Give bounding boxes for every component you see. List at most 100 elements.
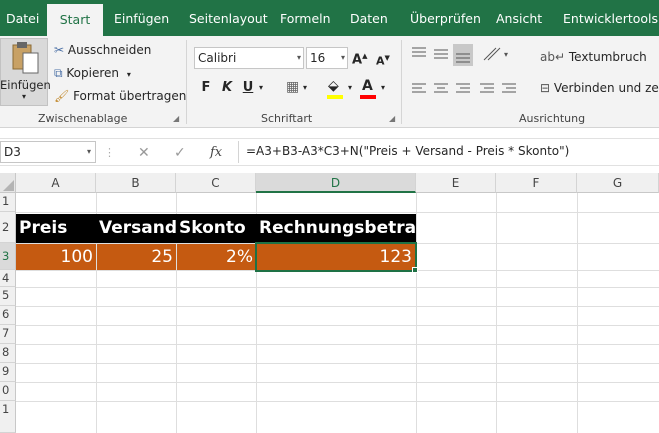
clipboard-launcher-icon[interactable]: ◢ bbox=[173, 114, 179, 123]
orientation-dropdown-icon[interactable]: ▾ bbox=[504, 50, 508, 59]
select-all-button[interactable] bbox=[0, 173, 16, 193]
align-bottom-button[interactable] bbox=[453, 44, 473, 66]
orientation-icon[interactable] bbox=[483, 47, 501, 61]
formula-divider bbox=[238, 141, 239, 163]
tab-ueberpruefen[interactable]: Überprüfen bbox=[410, 0, 481, 36]
fill-color-swatch bbox=[327, 95, 343, 99]
paste-dropdown-icon[interactable]: ▾ bbox=[0, 92, 48, 101]
merge-center-button[interactable]: ⊟ Verbinden und zent bbox=[540, 80, 659, 96]
cell-a2[interactable]: Preis bbox=[16, 214, 96, 243]
italic-button[interactable]: K bbox=[218, 80, 236, 96]
column-header-d[interactable]: D bbox=[256, 173, 416, 193]
font-group-label: Schriftart bbox=[261, 112, 313, 125]
cancel-icon[interactable]: ✕ bbox=[138, 145, 150, 161]
cell-b2[interactable]: Versand bbox=[96, 214, 177, 243]
font-size-select[interactable]: 16 ▾ bbox=[306, 47, 348, 69]
copy-icon: ⧉ bbox=[54, 66, 63, 80]
insert-function-icon[interactable]: fx bbox=[210, 145, 222, 161]
shrink-font-button[interactable]: A▼ bbox=[376, 50, 390, 70]
wrap-text-button[interactable]: ab↵ Textumbruch bbox=[540, 49, 647, 65]
alignment-buttons: ▾ bbox=[412, 44, 516, 93]
column-header-b[interactable]: B bbox=[96, 173, 176, 193]
font-name-select[interactable]: Calibri ▾ bbox=[194, 47, 304, 69]
fill-color-button[interactable]: ⬙ bbox=[328, 78, 339, 94]
wrap-text-label: Textumbruch bbox=[568, 50, 647, 64]
tab-datei[interactable]: Datei bbox=[6, 0, 39, 36]
tab-ansicht[interactable]: Ansicht bbox=[496, 0, 542, 36]
column-header-c[interactable]: C bbox=[176, 173, 256, 193]
tab-start[interactable]: Start bbox=[47, 4, 103, 36]
row-header-3[interactable]: 3 bbox=[0, 243, 16, 270]
row-header-7[interactable]: 7 bbox=[0, 325, 16, 344]
format-painter-button[interactable]: 🖌 Format übertragen bbox=[54, 88, 186, 104]
copy-button[interactable]: ⧉ Kopieren ▾ bbox=[54, 65, 131, 83]
chevron-down-icon: ▾ bbox=[296, 53, 301, 62]
row-header-1[interactable]: 1 bbox=[0, 193, 16, 212]
tab-formeln[interactable]: Formeln bbox=[280, 0, 331, 36]
increase-indent-icon[interactable] bbox=[502, 83, 516, 93]
tab-einfuegen[interactable]: Einfügen bbox=[114, 0, 169, 36]
formula-bar-resize-icon[interactable]: ⋮ bbox=[104, 145, 115, 161]
chevron-down-icon: ▾ bbox=[340, 53, 345, 62]
gridline bbox=[16, 306, 659, 307]
bold-button[interactable]: F bbox=[197, 80, 215, 96]
worksheet-grid[interactable]: A B C D E F G 1 2 3 4 5 6 7 8 9 0 1 Prei bbox=[0, 173, 659, 433]
row-header-10[interactable]: 0 bbox=[0, 382, 16, 401]
row-header-4[interactable]: 4 bbox=[0, 270, 16, 287]
font-color-swatch bbox=[360, 95, 376, 99]
align-right-icon[interactable] bbox=[456, 83, 470, 93]
cut-label: Ausschneiden bbox=[67, 43, 152, 57]
enter-icon[interactable]: ✓ bbox=[174, 145, 186, 161]
row-header-8[interactable]: 8 bbox=[0, 344, 16, 363]
cell-b3[interactable]: 25 bbox=[97, 244, 176, 270]
font-color-button[interactable]: A bbox=[362, 78, 373, 94]
font-color-dropdown-icon[interactable]: ▾ bbox=[381, 80, 385, 96]
row-header-11[interactable]: 1 bbox=[0, 401, 16, 433]
align-left-icon[interactable] bbox=[412, 83, 426, 93]
gridline bbox=[16, 382, 659, 383]
cell-c3[interactable]: 2% bbox=[177, 244, 256, 270]
underline-button[interactable]: U bbox=[239, 80, 257, 96]
formula-input[interactable]: =A3+B3-A3*C3+N("Preis + Versand - Preis … bbox=[246, 144, 569, 158]
row-header-5[interactable]: 5 bbox=[0, 287, 16, 306]
gridline bbox=[16, 363, 659, 364]
align-center-icon[interactable] bbox=[434, 83, 448, 93]
gridline bbox=[16, 401, 659, 402]
tab-entwicklertools[interactable]: Entwicklertools bbox=[563, 0, 658, 36]
gridline bbox=[16, 344, 659, 345]
borders-dropdown-icon[interactable]: ▾ bbox=[303, 80, 307, 96]
cut-button[interactable]: ✂ Ausschneiden bbox=[54, 42, 151, 58]
column-header-f[interactable]: F bbox=[496, 173, 577, 193]
merge-icon: ⊟ bbox=[540, 81, 551, 95]
paintbrush-icon: 🖌 bbox=[54, 89, 70, 103]
chevron-down-icon[interactable]: ▾ bbox=[87, 142, 91, 162]
decrease-indent-icon[interactable] bbox=[480, 83, 494, 93]
cell-d2[interactable]: Rechnungsbetrag bbox=[256, 214, 428, 243]
tab-daten[interactable]: Daten bbox=[350, 0, 388, 36]
tab-seitenlayout[interactable]: Seitenlayout bbox=[189, 0, 268, 36]
cell-a3[interactable]: 100 bbox=[16, 244, 96, 270]
active-cell-border bbox=[255, 242, 417, 272]
name-box[interactable]: D3 ▾ bbox=[0, 141, 96, 163]
copy-dropdown-icon[interactable]: ▾ bbox=[127, 70, 131, 79]
cell-c2[interactable]: Skonto bbox=[176, 214, 256, 243]
wrap-text-icon: ab↵ bbox=[540, 50, 566, 64]
row-header-2[interactable]: 2 bbox=[0, 212, 16, 243]
ribbon-tab-bar: Datei Start Einfügen Seitenlayout Formel… bbox=[0, 0, 659, 36]
underline-dropdown-icon[interactable]: ▾ bbox=[259, 80, 263, 96]
column-header-e[interactable]: E bbox=[416, 173, 496, 193]
font-name-value: Calibri bbox=[198, 51, 237, 65]
fill-dropdown-icon[interactable]: ▾ bbox=[348, 80, 352, 96]
align-middle-icon[interactable] bbox=[434, 49, 448, 59]
fill-handle[interactable] bbox=[412, 267, 418, 273]
borders-icon[interactable]: ▦ bbox=[286, 79, 299, 95]
font-launcher-icon[interactable]: ◢ bbox=[389, 114, 395, 123]
column-header-a[interactable]: A bbox=[16, 173, 96, 193]
row-header-6[interactable]: 6 bbox=[0, 306, 16, 325]
grow-font-button[interactable]: A▲ bbox=[352, 48, 367, 68]
copy-label: Kopieren bbox=[66, 66, 120, 80]
paste-label: Einfügen bbox=[0, 78, 51, 92]
row-header-9[interactable]: 9 bbox=[0, 363, 16, 382]
column-header-g[interactable]: G bbox=[577, 173, 659, 193]
align-top-icon[interactable] bbox=[412, 47, 426, 57]
